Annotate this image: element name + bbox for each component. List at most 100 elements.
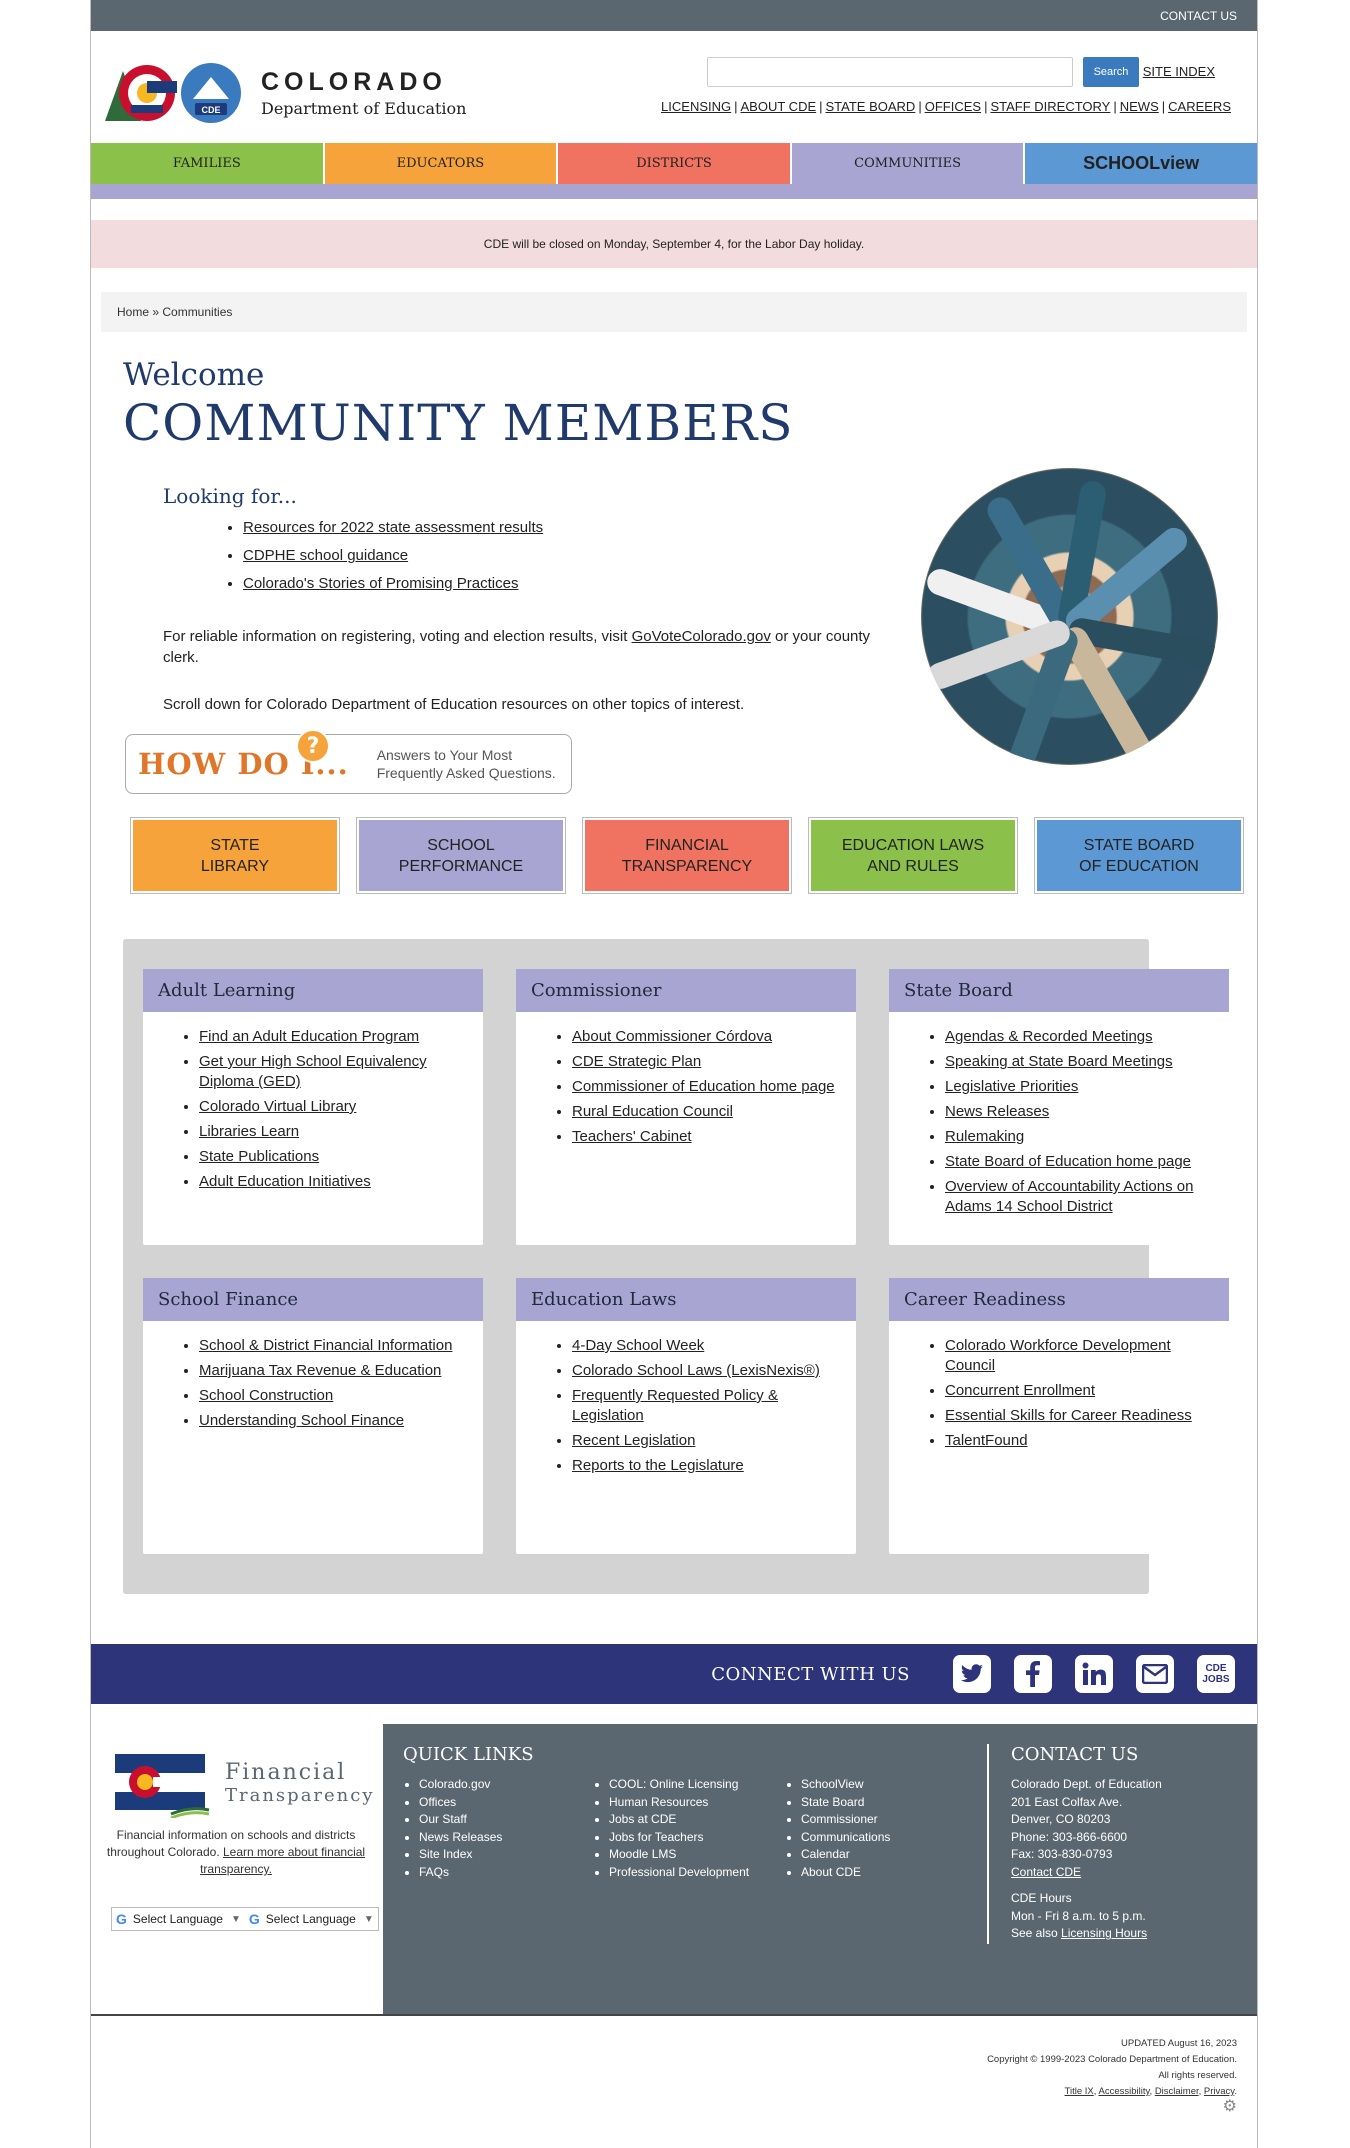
financial-transparency-logo[interactable]: Financial Transparency bbox=[111, 1748, 375, 1818]
card-link[interactable]: Speaking at State Board Meetings bbox=[945, 1053, 1173, 1070]
card-link[interactable]: Recent Legislation bbox=[572, 1432, 695, 1449]
accessibility-link[interactable]: Accessibility bbox=[1099, 2086, 1150, 2097]
footer-link[interactable]: Our Staff bbox=[419, 1811, 502, 1829]
nav-districts[interactable]: DISTRICTS bbox=[558, 143, 792, 184]
search-button[interactable]: Search bbox=[1083, 57, 1139, 87]
util-link-staff-directory[interactable]: STAFF DIRECTORY bbox=[990, 99, 1110, 114]
footer-link[interactable]: COOL: Online Licensing bbox=[609, 1776, 755, 1794]
footer-link[interactable]: SchoolView bbox=[801, 1776, 890, 1794]
card-link[interactable]: Legislative Priorities bbox=[945, 1078, 1078, 1095]
card-link[interactable]: Commissioner of Education home page bbox=[572, 1078, 835, 1095]
util-link-offices[interactable]: OFFICES bbox=[925, 99, 981, 114]
state-board-button[interactable]: STATE BOARD OF EDUCATION bbox=[1034, 817, 1244, 894]
language-select[interactable]: G Select Language ▼ bbox=[245, 1911, 378, 1927]
card-link[interactable]: Marijuana Tax Revenue & Education bbox=[199, 1362, 441, 1379]
contact-cde-link[interactable]: Contact CDE bbox=[1011, 1865, 1081, 1879]
util-link-about[interactable]: ABOUT CDE bbox=[741, 99, 817, 114]
twitter-icon[interactable] bbox=[953, 1655, 991, 1693]
site-index-link[interactable]: SITE INDEX bbox=[1143, 64, 1215, 79]
learn-more-link[interactable]: Learn more about financial transparency. bbox=[200, 1845, 365, 1876]
cde-jobs-icon[interactable]: CDE JOBS bbox=[1197, 1655, 1235, 1693]
card-link[interactable]: Reports to the Legislature bbox=[572, 1457, 744, 1474]
cde-logo[interactable]: CDE COLORADO Department of Education bbox=[101, 61, 466, 125]
footer-link[interactable]: Professional Development bbox=[609, 1864, 755, 1882]
card-school-finance: School Finance School & District Financi… bbox=[143, 1278, 483, 1554]
card-link[interactable]: Frequently Requested Policy & Legislatio… bbox=[572, 1387, 778, 1424]
state-library-button[interactable]: STATE LIBRARY bbox=[130, 817, 340, 894]
card-link[interactable]: Rulemaking bbox=[945, 1128, 1024, 1145]
footer-link[interactable]: Human Resources bbox=[609, 1794, 755, 1812]
footer-link[interactable]: About CDE bbox=[801, 1864, 890, 1882]
card-link[interactable]: Adult Education Initiatives bbox=[199, 1173, 371, 1190]
how-do-i-banner[interactable]: HOW DO I... ? Answers to Your Most Freque… bbox=[125, 729, 572, 794]
card-title: Adult Learning bbox=[143, 969, 483, 1012]
disclaimer-link[interactable]: Disclaimer bbox=[1155, 2086, 1199, 2097]
nav-communities[interactable]: COMMUNITIES bbox=[791, 143, 1026, 184]
card-link[interactable]: Agendas & Recorded Meetings bbox=[945, 1028, 1153, 1045]
card-link[interactable]: Teachers' Cabinet bbox=[572, 1128, 692, 1145]
card-link[interactable]: CDE Strategic Plan bbox=[572, 1053, 701, 1070]
card-title: Education Laws bbox=[516, 1278, 856, 1321]
cdphe-guidance-link[interactable]: CDPHE school guidance bbox=[243, 547, 408, 564]
govote-link[interactable]: GoVoteColorado.gov bbox=[632, 628, 771, 645]
footer-link[interactable]: Calendar bbox=[801, 1846, 890, 1864]
facebook-icon[interactable] bbox=[1014, 1655, 1052, 1693]
card-link[interactable]: Understanding School Finance bbox=[199, 1412, 404, 1429]
card-link[interactable]: State Board of Education home page bbox=[945, 1153, 1191, 1170]
footer-link[interactable]: Site Index bbox=[419, 1846, 502, 1864]
card-link[interactable]: Rural Education Council bbox=[572, 1103, 733, 1120]
util-link-news[interactable]: NEWS bbox=[1120, 99, 1159, 114]
card-link[interactable]: Overview of Accountability Actions on Ad… bbox=[945, 1178, 1193, 1215]
connect-bar: CONNECT WITH US CDE JOBS bbox=[91, 1644, 1257, 1704]
footer-link[interactable]: Moodle LMS bbox=[609, 1846, 755, 1864]
card-link[interactable]: State Publications bbox=[199, 1148, 319, 1165]
how-do-i-subtitle: Answers to Your Most Frequently Asked Que… bbox=[376, 747, 556, 781]
footer-link[interactable]: Commissioner bbox=[801, 1811, 890, 1829]
card-link[interactable]: Essential Skills for Career Readiness bbox=[945, 1407, 1192, 1424]
school-performance-button[interactable]: SCHOOL PERFORMANCE bbox=[356, 817, 566, 894]
search-input[interactable] bbox=[707, 57, 1073, 87]
footer-link[interactable]: Colorado.gov bbox=[419, 1776, 502, 1794]
card-link[interactable]: School & District Financial Information bbox=[199, 1337, 452, 1354]
email-icon[interactable] bbox=[1136, 1655, 1174, 1693]
education-laws-button[interactable]: EDUCATION LAWS AND RULES bbox=[808, 817, 1018, 894]
gear-icon[interactable]: ⚙ bbox=[1223, 2096, 1237, 2115]
financial-transparency-button[interactable]: FINANCIAL TRANSPARENCY bbox=[582, 817, 792, 894]
promising-practices-link[interactable]: Colorado's Stories of Promising Practice… bbox=[243, 575, 518, 592]
footer-link[interactable]: State Board bbox=[801, 1794, 890, 1812]
language-select[interactable]: G Select Language ▼ bbox=[112, 1911, 245, 1927]
footer-link[interactable]: FAQs bbox=[419, 1864, 502, 1882]
card-link[interactable]: Colorado Workforce Development Council bbox=[945, 1337, 1171, 1374]
util-link-licensing[interactable]: LICENSING bbox=[661, 99, 731, 114]
card-link[interactable]: 4-Day School Week bbox=[572, 1337, 704, 1354]
licensing-hours-link[interactable]: Licensing Hours bbox=[1061, 1926, 1147, 1940]
card-link[interactable]: Find an Adult Education Program bbox=[199, 1028, 419, 1045]
card-link[interactable]: TalentFound bbox=[945, 1432, 1028, 1449]
contact-us-title: CONTACT US bbox=[1011, 1744, 1139, 1765]
footer-link[interactable]: Communications bbox=[801, 1829, 890, 1847]
footer-link[interactable]: Jobs for Teachers bbox=[609, 1829, 755, 1847]
card-link[interactable]: About Commissioner Córdova bbox=[572, 1028, 772, 1045]
card-link[interactable]: Get your High School Equivalency Diploma… bbox=[199, 1053, 427, 1090]
assessment-results-link[interactable]: Resources for 2022 state assessment resu… bbox=[243, 519, 543, 536]
logo-badge: CDE bbox=[201, 105, 220, 115]
card-link[interactable]: School Construction bbox=[199, 1387, 333, 1404]
nav-families[interactable]: FAMILIES bbox=[91, 143, 325, 184]
logo-subtitle: Department of Education bbox=[261, 99, 467, 118]
nav-schoolview[interactable]: SCHOOLview bbox=[1025, 143, 1257, 184]
nav-educators[interactable]: EDUCATORS bbox=[324, 143, 559, 184]
linkedin-icon[interactable] bbox=[1075, 1655, 1113, 1693]
footer-link[interactable]: Jobs at CDE bbox=[609, 1811, 755, 1829]
contact-us-link[interactable]: CONTACT US bbox=[1160, 9, 1237, 23]
util-link-careers[interactable]: CAREERS bbox=[1168, 99, 1231, 114]
footer-link[interactable]: Offices bbox=[419, 1794, 502, 1812]
breadcrumb[interactable]: Home » Communities bbox=[101, 292, 1247, 332]
card-link[interactable]: Libraries Learn bbox=[199, 1123, 299, 1140]
util-link-state-board[interactable]: STATE BOARD bbox=[826, 99, 916, 114]
title-ix-link[interactable]: Title IX bbox=[1065, 2086, 1094, 2097]
card-link[interactable]: Colorado School Laws (LexisNexis®) bbox=[572, 1362, 820, 1379]
card-link[interactable]: Colorado Virtual Library bbox=[199, 1098, 356, 1115]
footer-link[interactable]: News Releases bbox=[419, 1829, 502, 1847]
card-link[interactable]: Concurrent Enrollment bbox=[945, 1382, 1095, 1399]
card-link[interactable]: News Releases bbox=[945, 1103, 1049, 1120]
